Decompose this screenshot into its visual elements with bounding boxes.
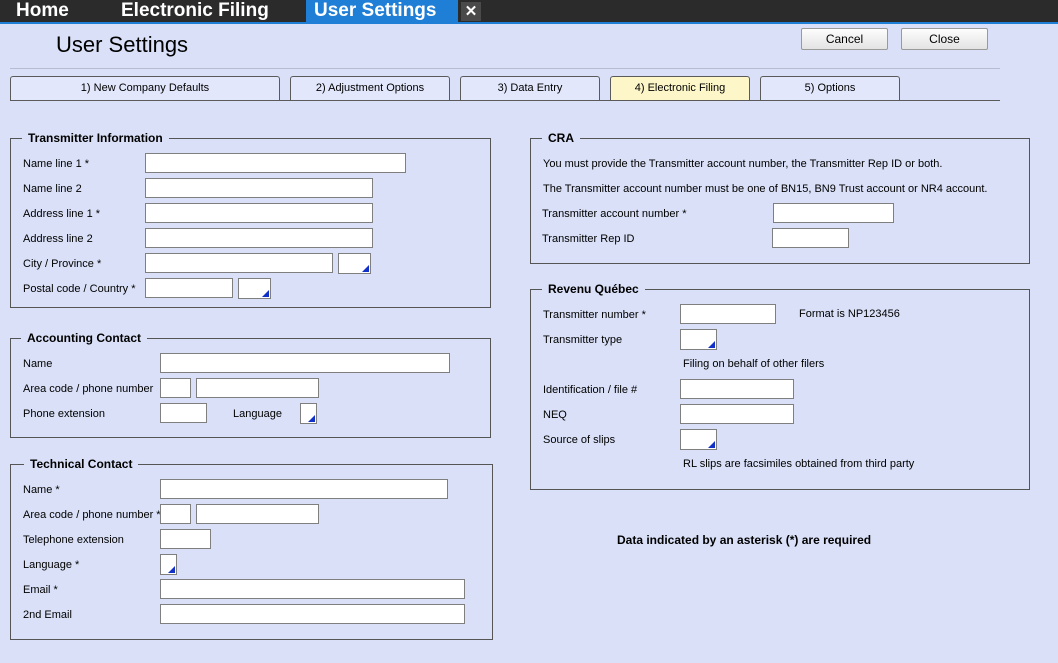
nav-home[interactable]: Home (16, 0, 69, 22)
postal-code-input[interactable] (145, 278, 233, 298)
name-line-1-input[interactable] (145, 153, 406, 173)
technical-contact-legend: Technical Contact (24, 457, 139, 471)
accounting-name-label: Name (23, 358, 53, 370)
address-line-1-input[interactable] (145, 203, 373, 223)
technical-language-dropdown[interactable] (160, 554, 177, 575)
header-divider (10, 68, 1000, 69)
tab-adjustment-options[interactable]: 2) Adjustment Options (290, 76, 450, 101)
close-tab-icon[interactable]: ✕ (461, 2, 481, 21)
technical-language-label: Language * (23, 559, 80, 571)
accounting-language-label: Language (233, 408, 282, 420)
accounting-phone-label: Area code / phone number (23, 383, 154, 395)
tab-electronic-filing[interactable]: 4) Electronic Filing (610, 76, 750, 101)
transmitter-number-label: Transmitter number * (543, 309, 646, 321)
identification-file-input[interactable] (680, 379, 794, 399)
name-line-2-label: Name line 2 (23, 183, 82, 195)
tab-data-entry[interactable]: 3) Data Entry (460, 76, 600, 101)
technical-name-input[interactable] (160, 479, 448, 499)
accounting-contact-group: Accounting Contact Name Area code / phon… (10, 331, 491, 438)
address-line-2-input[interactable] (145, 228, 373, 248)
cra-note-1: You must provide the Transmitter account… (543, 158, 943, 170)
tab-baseline (10, 100, 1000, 101)
accounting-name-input[interactable] (160, 353, 450, 373)
address-line-2-label: Address line 2 (23, 233, 93, 245)
postal-country-label: Postal code / Country * (23, 283, 136, 295)
transmitter-rep-id-label: Transmitter Rep ID (542, 233, 635, 245)
technical-area-code-input[interactable] (160, 504, 191, 524)
name-line-2-input[interactable] (145, 178, 373, 198)
cra-group: CRA You must provide the Transmitter acc… (530, 131, 1030, 264)
revenu-quebec-legend: Revenu Québec (542, 282, 645, 296)
second-email-label: 2nd Email (23, 609, 72, 621)
tab-new-company-defaults[interactable]: 1) New Company Defaults (10, 76, 280, 101)
transmitter-information-legend: Transmitter Information (22, 131, 169, 145)
technical-extension-input[interactable] (160, 529, 211, 549)
required-fields-note: Data indicated by an asterisk (*) are re… (617, 533, 872, 547)
technical-name-label: Name * (23, 484, 60, 496)
city-province-label: City / Province * (23, 258, 102, 270)
nav-electronic-filing[interactable]: Electronic Filing (121, 0, 269, 22)
city-input[interactable] (145, 253, 333, 273)
transmitter-account-label: Transmitter account number * (542, 208, 687, 220)
close-button[interactable]: Close (901, 28, 988, 50)
transmitter-rep-id-input[interactable] (772, 228, 849, 248)
accounting-extension-input[interactable] (160, 403, 207, 423)
accounting-contact-legend: Accounting Contact (21, 331, 147, 345)
transmitter-number-input[interactable] (680, 304, 776, 324)
name-line-1-label: Name line 1 * (23, 158, 90, 170)
transmitter-type-dropdown[interactable] (680, 329, 717, 350)
tab-options[interactable]: 5) Options (760, 76, 900, 101)
accounting-extension-label: Phone extension (23, 408, 105, 420)
source-of-slips-note: RL slips are facsimiles obtained from th… (683, 458, 915, 470)
top-nav-bar: Home Electronic Filing User Settings ✕ (0, 0, 1058, 24)
technical-contact-group: Technical Contact Name * Area code / pho… (10, 457, 493, 640)
source-of-slips-dropdown[interactable] (680, 429, 717, 450)
technical-phone-input[interactable] (196, 504, 319, 524)
revenu-quebec-group: Revenu Québec Transmitter number * Forma… (530, 282, 1030, 490)
technical-phone-label: Area code / phone number * (23, 509, 161, 521)
transmitter-type-note: Filing on behalf of other filers (683, 358, 825, 370)
technical-extension-label: Telephone extension (23, 534, 124, 546)
transmitter-type-label: Transmitter type (543, 334, 623, 346)
email-label: Email * (23, 584, 58, 596)
cancel-button[interactable]: Cancel (801, 28, 888, 50)
accounting-language-dropdown[interactable] (300, 403, 317, 424)
email-input[interactable] (160, 579, 465, 599)
nav-user-settings[interactable]: User Settings (306, 0, 458, 22)
cra-legend: CRA (542, 131, 580, 145)
neq-input[interactable] (680, 404, 794, 424)
address-line-1-label: Address line 1 * (23, 208, 101, 220)
source-of-slips-label: Source of slips (543, 434, 616, 446)
transmitter-account-input[interactable] (773, 203, 894, 223)
identification-file-label: Identification / file # (543, 384, 638, 396)
accounting-area-code-input[interactable] (160, 378, 191, 398)
country-dropdown[interactable] (238, 278, 271, 299)
neq-label: NEQ (543, 409, 567, 421)
second-email-input[interactable] (160, 604, 465, 624)
transmitter-number-format-note: Format is NP123456 (799, 308, 900, 320)
cra-note-2: The Transmitter account number must be o… (543, 183, 988, 195)
transmitter-information-group: Transmitter Information Name line 1 * Na… (10, 131, 491, 308)
accounting-phone-input[interactable] (196, 378, 319, 398)
page-title: User Settings (56, 32, 189, 57)
province-dropdown[interactable] (338, 253, 371, 274)
